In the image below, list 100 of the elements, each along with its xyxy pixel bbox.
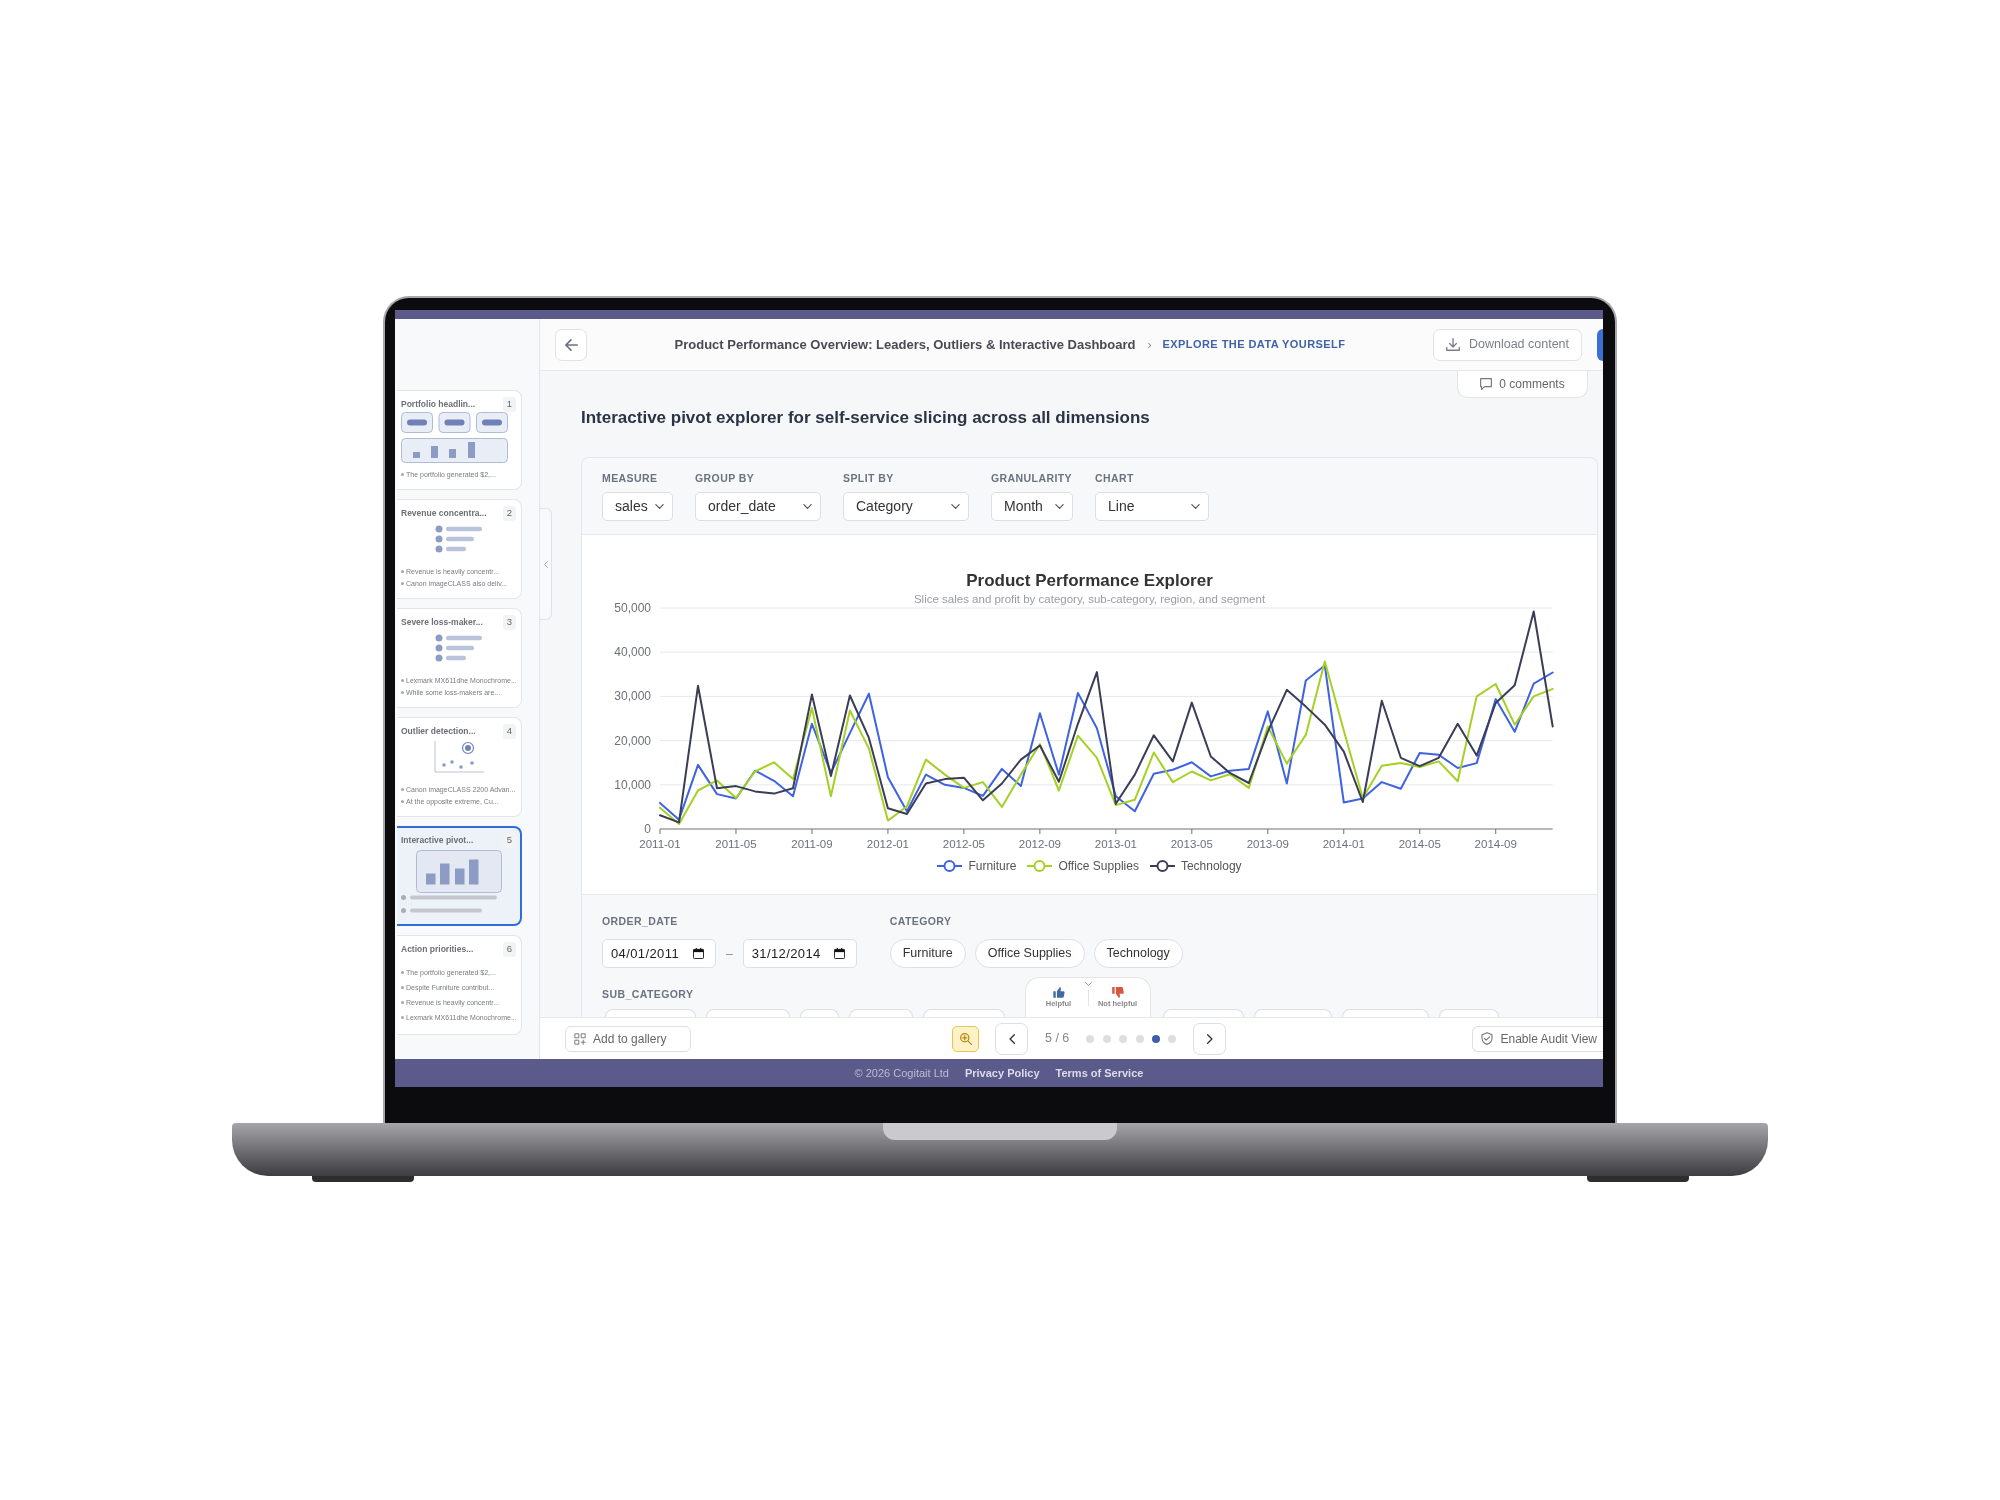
calendar-icon: [833, 948, 845, 959]
slide-title: Outlier detection...: [401, 726, 476, 736]
field-label: CHART: [1095, 471, 1134, 485]
field-label: MEASURE: [602, 471, 658, 485]
page-title: Product Performance Overview: Leaders, Outliers & Interactive Dashboard: [674, 335, 1136, 354]
field-label: ORDER_DATE: [602, 914, 678, 928]
axis-tick-label: 20,000: [614, 733, 651, 748]
speech-bubble-icon: [1480, 378, 1493, 390]
date-field[interactable]: 31/12/2014: [742, 939, 857, 968]
axis-tick-label: 2014-09: [1474, 838, 1517, 850]
back-button[interactable]: [555, 328, 587, 361]
axis-tick-label: 0: [644, 822, 651, 836]
dropdown[interactable]: Line: [1095, 492, 1209, 521]
avatar[interactable]: [1597, 328, 1603, 361]
filter-chip[interactable]: [1254, 1009, 1332, 1017]
date-field[interactable]: 04/01/2011: [602, 939, 716, 968]
slide-number: 1: [503, 397, 516, 412]
dropdown[interactable]: order_date: [695, 492, 821, 521]
bullet-icon: [401, 986, 404, 989]
legend-marker-icon: [1149, 859, 1175, 873]
field-label: SUB_CATEGORY: [602, 987, 694, 1001]
slide-number: 2: [503, 506, 516, 521]
download-icon: [1445, 338, 1460, 351]
bullet-icon: [401, 472, 404, 476]
filter-chip[interactable]: [706, 1009, 790, 1017]
chart-title: Product Performance Explorer: [966, 570, 1213, 590]
axis-tick-label: 2012-09: [1018, 838, 1061, 850]
dropdown[interactable]: Month: [991, 492, 1073, 521]
filter-chip[interactable]: [1163, 1009, 1244, 1017]
legend-label: Office Supplies: [1058, 859, 1139, 873]
footer-link[interactable]: Terms of Service: [1055, 1064, 1144, 1082]
thumbs-up-icon: [1052, 987, 1065, 998]
copyright-text: © 2026 Cogitait Ltd: [854, 1065, 949, 1081]
dropdown[interactable]: sales: [602, 492, 673, 521]
list-illustration: [434, 634, 483, 662]
chevron-down-icon: [803, 504, 812, 509]
filter-chip[interactable]: Technology: [1093, 939, 1183, 968]
bullet-icon: [401, 1016, 404, 1019]
shield-check-icon: [1481, 1032, 1494, 1045]
slide-number: 3: [503, 615, 516, 630]
field-label: GROUP BY: [695, 471, 755, 485]
filter-chip[interactable]: Furniture: [889, 939, 966, 968]
chevron-down-icon: [655, 504, 664, 509]
zoom-button[interactable]: [952, 1025, 979, 1052]
arrow-left-icon: [564, 338, 578, 351]
previous-button[interactable]: [995, 1022, 1028, 1055]
axis-tick-label: 40,000: [614, 645, 651, 660]
axis-tick-label: 2011-05: [715, 838, 757, 850]
range-separator: –: [726, 945, 733, 963]
bullet-icon: [401, 787, 404, 791]
legend-label: Furniture: [968, 859, 1017, 873]
slide-title: Action priorities...: [401, 944, 474, 954]
list-illustration: [434, 525, 483, 553]
axis-tick-label: 2013-01: [1094, 838, 1137, 850]
axis-tick-label: 2013-05: [1170, 838, 1213, 850]
filter-chip[interactable]: [605, 1009, 696, 1017]
bullet-icon: [401, 569, 404, 573]
slide-title: Portfolio headlin...: [401, 399, 476, 409]
chevron-down-icon: [1055, 504, 1064, 509]
download-button[interactable]: Download content: [1433, 328, 1582, 361]
footer-link[interactable]: Privacy Policy: [964, 1064, 1040, 1082]
collapse-handle[interactable]: [540, 508, 552, 620]
filter-chip[interactable]: [1342, 1009, 1429, 1017]
slide-title: Revenue concentra...: [401, 508, 487, 518]
axis-tick-label: 2014-01: [1322, 838, 1365, 850]
axis-tick-label: 2012-05: [942, 838, 985, 850]
slide-title: Interactive pivot...: [401, 835, 474, 845]
filter-chip[interactable]: Office Supplies: [974, 939, 1085, 968]
slide-thumbnail[interactable]: Interactive pivot... 5: [397, 826, 522, 926]
axis-tick-label: 50,000: [614, 601, 651, 615]
slide-number: 6: [503, 942, 516, 957]
page-indicator: 5 / 6: [1045, 1030, 1070, 1048]
zoom-in-icon: [959, 1032, 972, 1045]
bullet-icon: [401, 971, 404, 974]
comments-tab[interactable]: 0 comments: [1457, 371, 1588, 398]
bullet-icon: [401, 799, 404, 803]
chevron-down-icon: [1191, 504, 1200, 509]
chevron-right-icon: [1206, 1033, 1213, 1044]
field-label: CATEGORY: [889, 914, 952, 928]
filter-chip[interactable]: [923, 1009, 1005, 1017]
scatter-plot-illustration: [433, 741, 484, 773]
grid-plus-icon: [574, 1032, 586, 1045]
chevron-left-icon: [543, 560, 548, 568]
axis-tick-label: 2013-09: [1246, 838, 1289, 850]
dropdown[interactable]: Category: [843, 492, 969, 521]
add-to-gallery-button[interactable]: Add to gallery: [565, 1025, 691, 1052]
bullet-icon: [401, 690, 404, 694]
chevron-down-icon: [1084, 982, 1092, 986]
audit-view-button[interactable]: Enable Audit View: [1472, 1025, 1603, 1052]
calendar-icon: [693, 948, 704, 959]
chevron-left-icon: [1008, 1033, 1015, 1044]
slide-number: 4: [503, 724, 516, 739]
axis-tick-label: 2012-01: [866, 838, 910, 850]
legend-label: Technology: [1180, 859, 1242, 873]
breadcrumb-link[interactable]: EXPLORE THE DATA YOURSELF: [1162, 336, 1346, 353]
axis-tick-label: 2011-09: [791, 838, 833, 850]
next-button[interactable]: [1193, 1022, 1227, 1055]
slide-title: Severe loss-maker...: [401, 617, 483, 627]
thumbs-down-icon: [1111, 987, 1124, 998]
bullet-icon: [401, 678, 404, 682]
